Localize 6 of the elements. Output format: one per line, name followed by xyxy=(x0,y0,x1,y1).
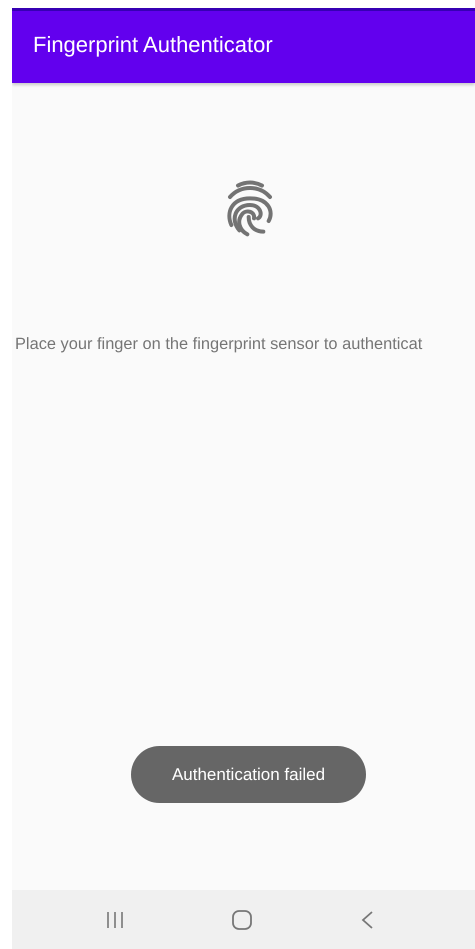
recent-apps-icon[interactable] xyxy=(105,910,126,930)
toast-message: Authentication failed xyxy=(131,746,366,803)
app-title: Fingerprint Authenticator xyxy=(33,32,273,58)
back-icon[interactable] xyxy=(360,910,374,930)
home-icon[interactable] xyxy=(231,908,254,930)
instruction-text: Place your finger on the fingerprint sensor to authenticat xyxy=(15,335,422,354)
